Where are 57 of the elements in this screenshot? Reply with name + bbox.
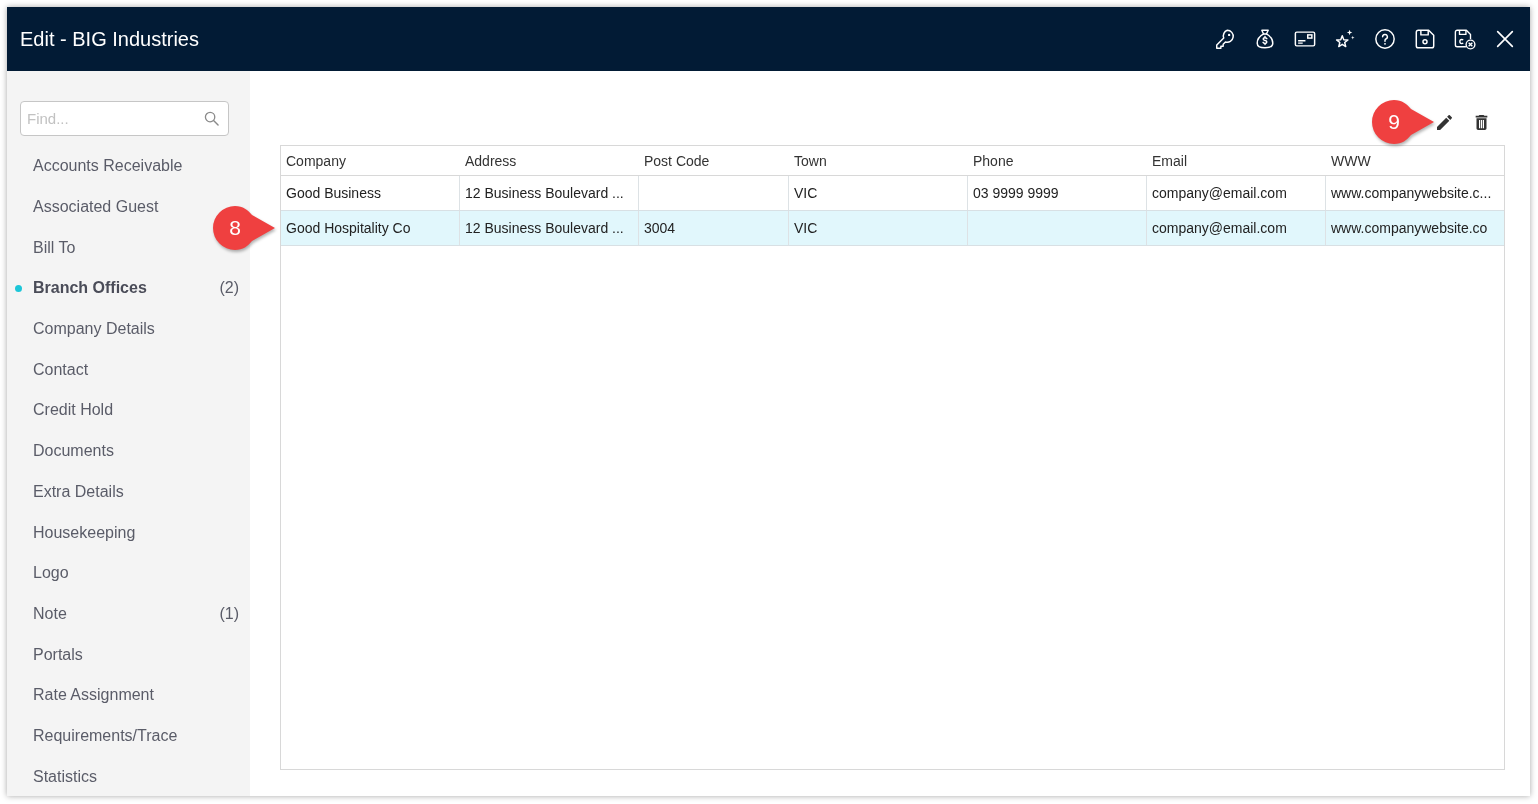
column-header[interactable]: Post Code (639, 146, 789, 175)
window-title: Edit - BIG Industries (20, 27, 199, 51)
money-bag-icon (1254, 28, 1276, 50)
trash-icon (1473, 114, 1489, 130)
card-icon (1294, 28, 1316, 50)
column-header[interactable]: Address (460, 146, 639, 175)
sidebar-item[interactable]: Associated Guest (7, 186, 163, 228)
active-dot-icon (15, 284, 22, 292)
table-cell: Good Hospitality Co (281, 211, 460, 245)
item-count: (1) (219, 604, 239, 623)
table-cell: VIC (789, 176, 968, 210)
save-button[interactable] (1413, 27, 1437, 51)
search-icon (204, 111, 219, 126)
column-header[interactable]: Phone (968, 146, 1147, 175)
table-cell: VIC (789, 211, 968, 245)
pencil-icon (1436, 114, 1452, 130)
save-close-icon (1454, 28, 1476, 50)
sidebar-item[interactable]: Statistics (7, 756, 101, 796)
save-icon (1414, 28, 1436, 50)
column-header[interactable]: Company (281, 146, 460, 175)
sidebar-item[interactable]: Documents (7, 430, 118, 472)
item-count: (2) (219, 279, 239, 298)
key-icon (1214, 28, 1236, 50)
save-and-close-button[interactable] (1453, 27, 1477, 51)
table-cell-text: www.companywebsite.c... (1330, 184, 1493, 203)
sidebar-item[interactable]: Note (1) (7, 593, 250, 635)
search-field[interactable]: Find... (20, 101, 229, 136)
sparkle-star-icon (1334, 28, 1356, 50)
table-cell: Good Business (281, 176, 460, 210)
sidebar-item[interactable]: Housekeeping (7, 512, 140, 553)
sidebar-item[interactable]: Accounts Receivable (7, 146, 187, 187)
column-header[interactable]: Email (1147, 146, 1326, 175)
sidebar-item[interactable]: Portals (7, 634, 87, 675)
sidebar-item[interactable]: Bill To (7, 227, 80, 269)
table-cell: 12 Business Boulevard ... (460, 176, 639, 210)
table-row[interactable]: Good Business 12 Business Boulevard ... VIC 03 9999 9999 company@email.com www.companywebsite.c... (281, 176, 1504, 211)
table-cell: 12 Business Boulevard ... (460, 211, 639, 245)
close-icon (1494, 28, 1516, 50)
table-cell: 03 9999 9999 (968, 176, 1147, 210)
key-button[interactable] (1213, 27, 1237, 51)
step-callout: 8 (213, 206, 275, 250)
table-cell: company@email.com (1147, 211, 1326, 245)
sidebar-item[interactable]: Logo (7, 552, 73, 594)
sidebar-item[interactable]: Branch Offices (2) (7, 268, 250, 309)
sidebar-item[interactable]: Contact (7, 349, 93, 391)
table-cell: company@email.com (1147, 176, 1326, 210)
help-icon (1374, 28, 1396, 50)
help-button[interactable] (1373, 27, 1397, 51)
sidebar-item[interactable]: Extra Details (7, 471, 128, 513)
column-header[interactable]: Town (789, 146, 968, 175)
column-header[interactable]: WWW (1326, 146, 1504, 175)
sidebar-item[interactable]: Company Details (7, 308, 159, 350)
table-cell: 3004 (639, 211, 789, 245)
sidebar-item[interactable]: Rate Assignment (7, 674, 158, 716)
step-callout: 9 (1372, 100, 1434, 144)
sidebar-item[interactable]: Credit Hold (7, 390, 118, 431)
sidebar-item[interactable]: Requirements/Trace (7, 715, 182, 757)
